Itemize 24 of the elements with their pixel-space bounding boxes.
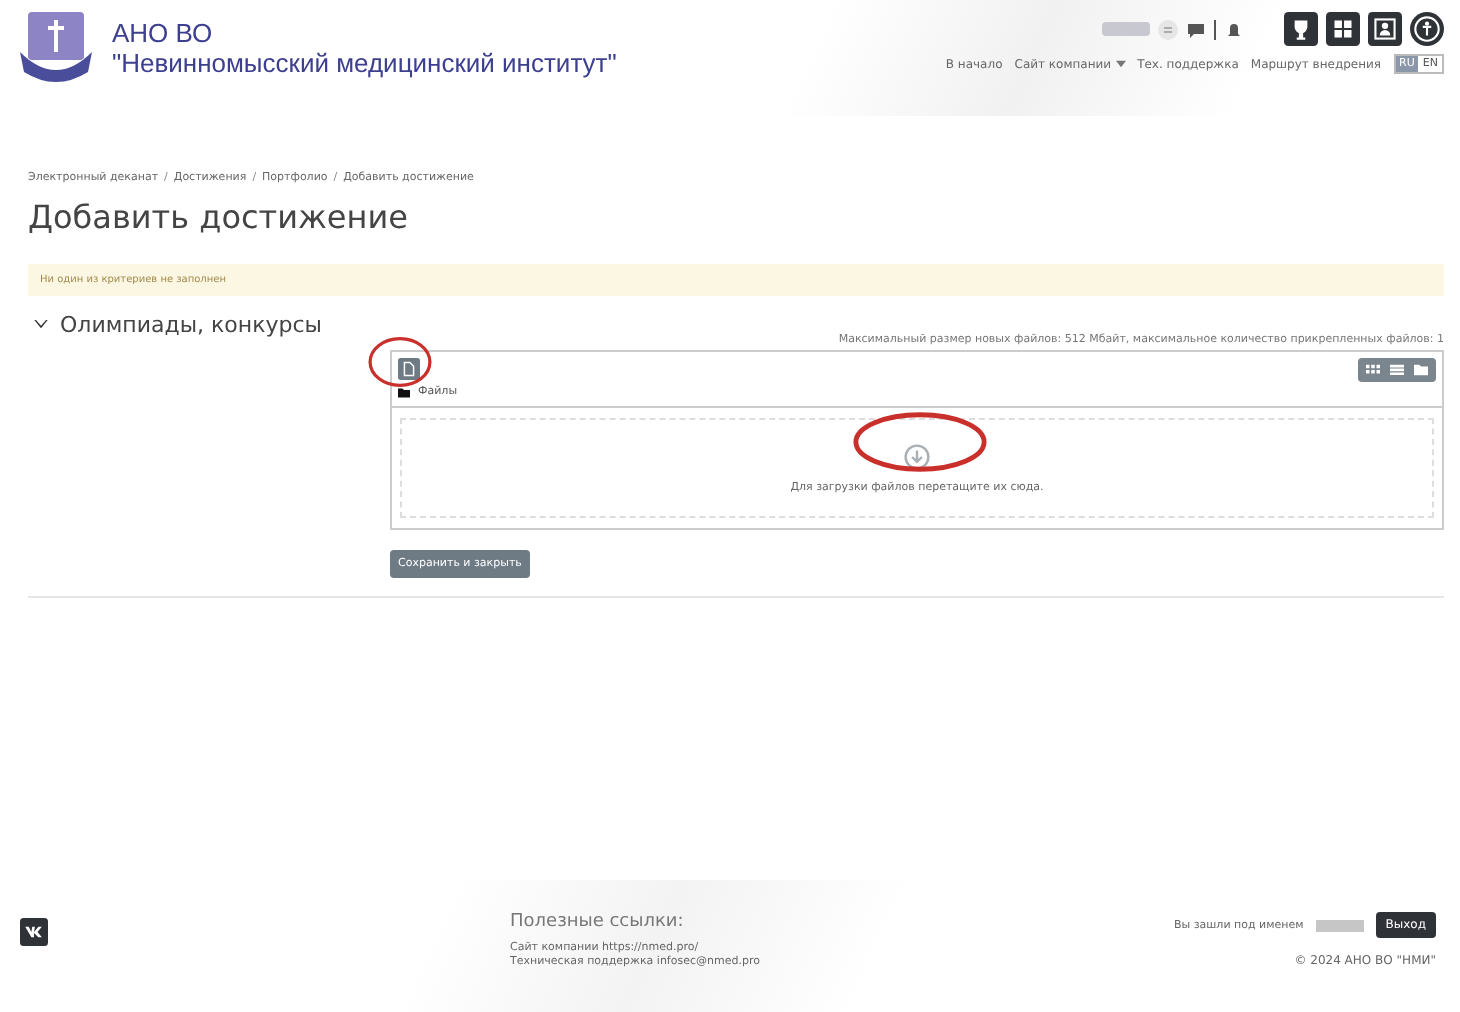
view-switcher[interactable] xyxy=(1358,358,1436,382)
annotation-circle xyxy=(852,410,988,474)
organization-type: АНО ВО xyxy=(112,18,215,48)
institute-name: "Невинномысский медицинский институт" xyxy=(112,48,617,78)
useful-links-heading: Полезные ссылки: xyxy=(510,912,686,932)
accessibility-icon[interactable] xyxy=(1410,12,1444,46)
vk-icon[interactable] xyxy=(20,918,48,946)
page-title: Добавить достижение xyxy=(28,198,410,236)
download-arrow-icon xyxy=(904,443,930,469)
bell-icon[interactable] xyxy=(1224,19,1244,39)
list-view-icon[interactable] xyxy=(1390,364,1404,376)
blurred-block xyxy=(1102,22,1150,36)
add-file-icon[interactable] xyxy=(398,358,420,380)
chevron-icon xyxy=(34,320,48,330)
folder-icon[interactable] xyxy=(1414,364,1428,376)
annotation-circle xyxy=(366,336,434,388)
icons-view-icon[interactable] xyxy=(1366,364,1380,376)
folder-icon xyxy=(398,387,410,397)
trophy-icon[interactable] xyxy=(1284,12,1318,46)
chat-icon[interactable] xyxy=(1186,19,1206,39)
person-card-icon[interactable] xyxy=(1368,12,1402,46)
section-toggle[interactable]: Олимпиады, конкурсы xyxy=(28,312,322,338)
blurred-block xyxy=(1315,919,1364,931)
caret-icon xyxy=(1115,60,1126,68)
